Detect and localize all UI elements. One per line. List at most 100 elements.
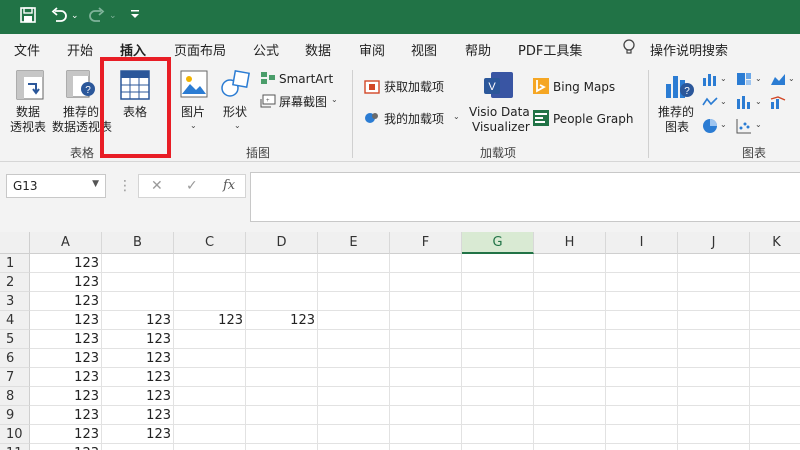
cell-g11[interactable] xyxy=(462,444,534,450)
cell-f4[interactable] xyxy=(390,311,462,330)
people-graph-label[interactable]: People Graph xyxy=(553,112,634,126)
insert-function-icon[interactable]: fx xyxy=(223,178,235,193)
cell-a4[interactable]: 123 xyxy=(30,311,102,330)
cell-k10[interactable] xyxy=(750,425,800,444)
visio-label-1[interactable]: Visio Data xyxy=(469,105,530,119)
column-header-a[interactable]: A xyxy=(30,232,102,254)
visio-label-2[interactable]: Visualizer xyxy=(472,120,530,134)
combo-chart-icon[interactable] xyxy=(770,95,786,112)
column-header-j[interactable]: J xyxy=(678,232,750,254)
column-header-e[interactable]: E xyxy=(318,232,390,254)
cell-j6[interactable] xyxy=(678,349,750,368)
cell-a1[interactable]: 123 xyxy=(30,254,102,273)
menu-data[interactable]: 数据 xyxy=(305,40,331,59)
name-box-dropdown-icon[interactable]: ▼ xyxy=(92,179,99,189)
cell-g8[interactable] xyxy=(462,387,534,406)
customize-qat-icon[interactable] xyxy=(130,8,140,20)
cell-h10[interactable] xyxy=(534,425,606,444)
cell-b3[interactable] xyxy=(102,292,174,311)
row-header[interactable]: 6 xyxy=(0,349,30,368)
save-icon[interactable] xyxy=(20,7,36,23)
cell-k7[interactable] xyxy=(750,368,800,387)
column-header-k[interactable]: K xyxy=(750,232,800,254)
cell-b4[interactable]: 123 xyxy=(102,311,174,330)
cancel-icon[interactable]: ✕ xyxy=(151,178,163,194)
cell-b2[interactable] xyxy=(102,273,174,292)
cell-c6[interactable] xyxy=(174,349,246,368)
bing-maps-label[interactable]: Bing Maps xyxy=(553,80,615,94)
cell-h9[interactable] xyxy=(534,406,606,425)
cell-h4[interactable] xyxy=(534,311,606,330)
cell-f2[interactable] xyxy=(390,273,462,292)
menu-review[interactable]: 审阅 xyxy=(359,40,385,59)
cell-k9[interactable] xyxy=(750,406,800,425)
cell-h3[interactable] xyxy=(534,292,606,311)
cell-j9[interactable] xyxy=(678,406,750,425)
cell-d3[interactable] xyxy=(246,292,318,311)
cell-g9[interactable] xyxy=(462,406,534,425)
cell-c11[interactable] xyxy=(174,444,246,450)
cell-f7[interactable] xyxy=(390,368,462,387)
row-header[interactable]: 4 xyxy=(0,311,30,330)
cell-j10[interactable] xyxy=(678,425,750,444)
cell-a9[interactable]: 123 xyxy=(30,406,102,425)
cell-h5[interactable] xyxy=(534,330,606,349)
cell-f11[interactable] xyxy=(390,444,462,450)
cell-e6[interactable] xyxy=(318,349,390,368)
shapes-label[interactable]: 形状 xyxy=(223,105,247,119)
name-box[interactable]: G13 ▼ xyxy=(6,174,106,198)
cell-i6[interactable] xyxy=(606,349,678,368)
column-header-f[interactable]: F xyxy=(390,232,462,254)
column-header-d[interactable]: D xyxy=(246,232,318,254)
cell-i10[interactable] xyxy=(606,425,678,444)
cell-k2[interactable] xyxy=(750,273,800,292)
cell-b1[interactable] xyxy=(102,254,174,273)
cell-e8[interactable] xyxy=(318,387,390,406)
cell-i4[interactable] xyxy=(606,311,678,330)
undo-dropdown-icon[interactable]: ⌄ xyxy=(71,6,79,26)
select-all-corner[interactable] xyxy=(0,232,30,254)
cell-d2[interactable] xyxy=(246,273,318,292)
cell-j4[interactable] xyxy=(678,311,750,330)
stat-chart-dropdown-icon[interactable]: ⌄ xyxy=(755,97,762,106)
cell-f1[interactable] xyxy=(390,254,462,273)
recommended-charts-label-2[interactable]: 图表 xyxy=(665,120,689,134)
cell-f6[interactable] xyxy=(390,349,462,368)
tell-me-search[interactable]: 操作说明搜索 xyxy=(650,40,728,59)
scatter-chart-icon[interactable] xyxy=(736,118,752,137)
cell-c9[interactable] xyxy=(174,406,246,425)
cell-i7[interactable] xyxy=(606,368,678,387)
cell-e1[interactable] xyxy=(318,254,390,273)
recommended-pivot-label-1[interactable]: 推荐的 xyxy=(63,105,99,119)
formula-input[interactable] xyxy=(250,172,800,222)
cell-k3[interactable] xyxy=(750,292,800,311)
line-chart-dropdown-icon[interactable]: ⌄ xyxy=(720,97,727,106)
cell-d9[interactable] xyxy=(246,406,318,425)
column-header-b[interactable]: B xyxy=(102,232,174,254)
cell-e9[interactable] xyxy=(318,406,390,425)
my-addins-dropdown-icon[interactable]: ⌄ xyxy=(453,112,460,121)
cell-d8[interactable] xyxy=(246,387,318,406)
cell-i9[interactable] xyxy=(606,406,678,425)
column-header-i[interactable]: I xyxy=(606,232,678,254)
row-header[interactable]: 10 xyxy=(0,425,30,444)
row-header[interactable]: 2 xyxy=(0,273,30,292)
cell-k1[interactable] xyxy=(750,254,800,273)
menu-home[interactable]: 开始 xyxy=(67,40,93,59)
cell-g1[interactable] xyxy=(462,254,534,273)
cell-i11[interactable] xyxy=(606,444,678,450)
column-header-g[interactable]: G xyxy=(462,232,534,254)
stat-chart-icon[interactable] xyxy=(736,95,752,112)
cell-e5[interactable] xyxy=(318,330,390,349)
cell-i3[interactable] xyxy=(606,292,678,311)
pivot-table-label-2[interactable]: 透视表 xyxy=(10,120,46,134)
cell-f8[interactable] xyxy=(390,387,462,406)
cell-g2[interactable] xyxy=(462,273,534,292)
cell-a3[interactable]: 123 xyxy=(30,292,102,311)
cell-a10[interactable]: 123 xyxy=(30,425,102,444)
menu-formulas[interactable]: 公式 xyxy=(253,40,279,59)
cell-g4[interactable] xyxy=(462,311,534,330)
my-addins-label[interactable]: 我的加载项 xyxy=(384,112,444,126)
cell-b7[interactable]: 123 xyxy=(102,368,174,387)
row-header[interactable]: 9 xyxy=(0,406,30,425)
